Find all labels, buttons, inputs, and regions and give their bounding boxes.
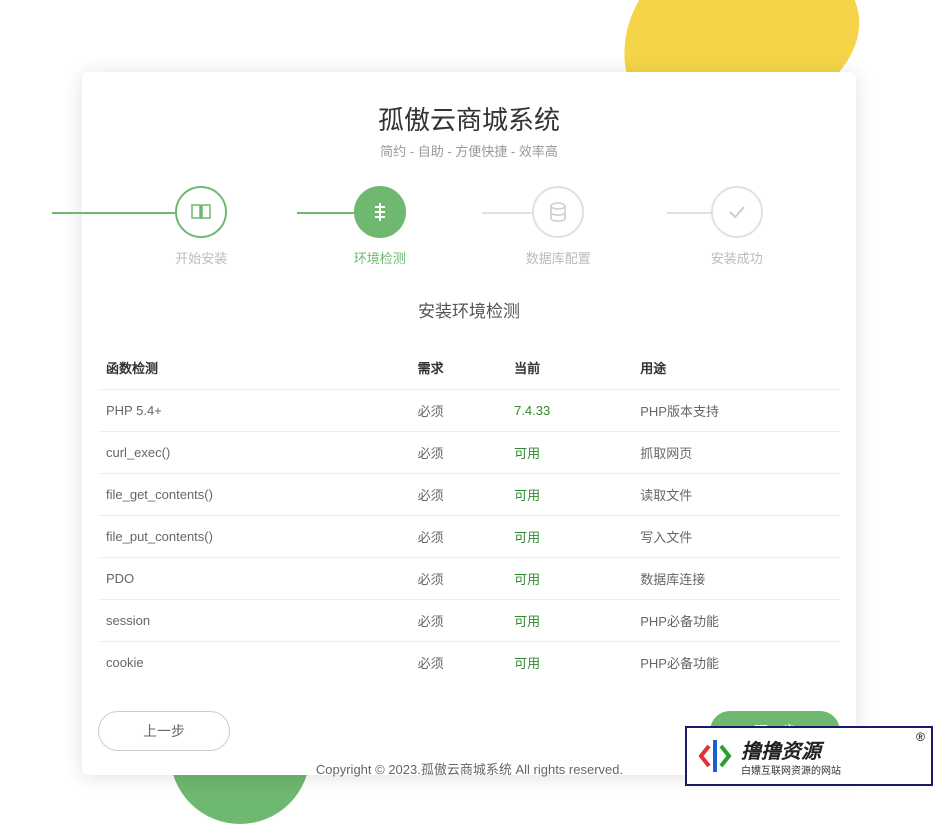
cell-current: 可用 (506, 516, 632, 558)
cell-name: session (98, 600, 410, 642)
prev-button[interactable]: 上一步 (98, 711, 230, 751)
cell-current: 可用 (506, 642, 632, 684)
book-icon (190, 203, 212, 221)
cell-name: file_get_contents() (98, 474, 410, 516)
step-start: 开始安装 (112, 186, 291, 267)
th-cur: 当前 (506, 346, 632, 390)
page-title: 孤傲云商城系统 (82, 100, 856, 137)
step-circle (175, 186, 227, 238)
cell-name: PDO (98, 558, 410, 600)
section-title: 安装环境检测 (82, 297, 856, 322)
step-label: 开始安装 (175, 248, 227, 267)
watermark-badge: 撸撸资源 白嫖互联网资源的网站 ® (685, 726, 933, 786)
table-row: curl_exec()必须可用抓取网页 (98, 432, 840, 474)
registered-mark: ® (916, 730, 925, 744)
env-icon (370, 201, 390, 223)
step-circle (354, 186, 406, 238)
cell-use: 读取文件 (632, 474, 840, 516)
step-db: 数据库配置 (469, 186, 648, 267)
step-label: 数据库配置 (526, 248, 591, 267)
table-row: session必须可用PHP必备功能 (98, 600, 840, 642)
cell-req: 必须 (410, 558, 506, 600)
cell-req: 必须 (410, 642, 506, 684)
watermark-title: 撸撸资源 (741, 735, 841, 764)
cell-req: 必须 (410, 516, 506, 558)
cell-name: curl_exec() (98, 432, 410, 474)
cell-name: cookie (98, 642, 410, 684)
step-env: 环境检测 (291, 186, 470, 267)
step-label: 环境检测 (354, 248, 406, 267)
table-row: file_put_contents()必须可用写入文件 (98, 516, 840, 558)
cell-req: 必须 (410, 390, 506, 432)
stepper: 开始安装 环境检测 数据库配置 安装成功 (82, 186, 856, 267)
database-icon (548, 202, 568, 222)
th-name: 函数检测 (98, 346, 410, 390)
cell-use: 数据库连接 (632, 558, 840, 600)
table-row: PHP 5.4+必须7.4.33PHP版本支持 (98, 390, 840, 432)
watermark-subtitle: 白嫖互联网资源的网站 (741, 762, 841, 777)
cell-use: PHP必备功能 (632, 642, 840, 684)
installer-card: 孤傲云商城系统 简约 - 自助 - 方便快捷 - 效率高 开始安装 环境检测 (82, 72, 856, 775)
table-row: file_get_contents()必须可用读取文件 (98, 474, 840, 516)
th-use: 用途 (632, 346, 840, 390)
env-check-table: 函数检测 需求 当前 用途 PHP 5.4+必须7.4.33PHP版本支持cur… (98, 346, 840, 683)
page-subtitle: 简约 - 自助 - 方便快捷 - 效率高 (82, 141, 856, 160)
cell-current: 可用 (506, 600, 632, 642)
cell-use: PHP版本支持 (632, 390, 840, 432)
cell-use: 写入文件 (632, 516, 840, 558)
cell-req: 必须 (410, 474, 506, 516)
step-circle (532, 186, 584, 238)
th-req: 需求 (410, 346, 506, 390)
table-row: PDO必须可用数据库连接 (98, 558, 840, 600)
cell-name: PHP 5.4+ (98, 390, 410, 432)
step-done: 安装成功 (648, 186, 827, 267)
check-icon (727, 204, 747, 220)
cell-current: 可用 (506, 558, 632, 600)
cell-current: 可用 (506, 432, 632, 474)
cell-use: PHP必备功能 (632, 600, 840, 642)
watermark-logo-icon (693, 734, 737, 778)
cell-current: 可用 (506, 474, 632, 516)
step-label: 安装成功 (711, 248, 763, 267)
cell-req: 必须 (410, 600, 506, 642)
cell-current: 7.4.33 (506, 390, 632, 432)
step-circle (711, 186, 763, 238)
cell-req: 必须 (410, 432, 506, 474)
table-row: cookie必须可用PHP必备功能 (98, 642, 840, 684)
cell-name: file_put_contents() (98, 516, 410, 558)
cell-use: 抓取网页 (632, 432, 840, 474)
